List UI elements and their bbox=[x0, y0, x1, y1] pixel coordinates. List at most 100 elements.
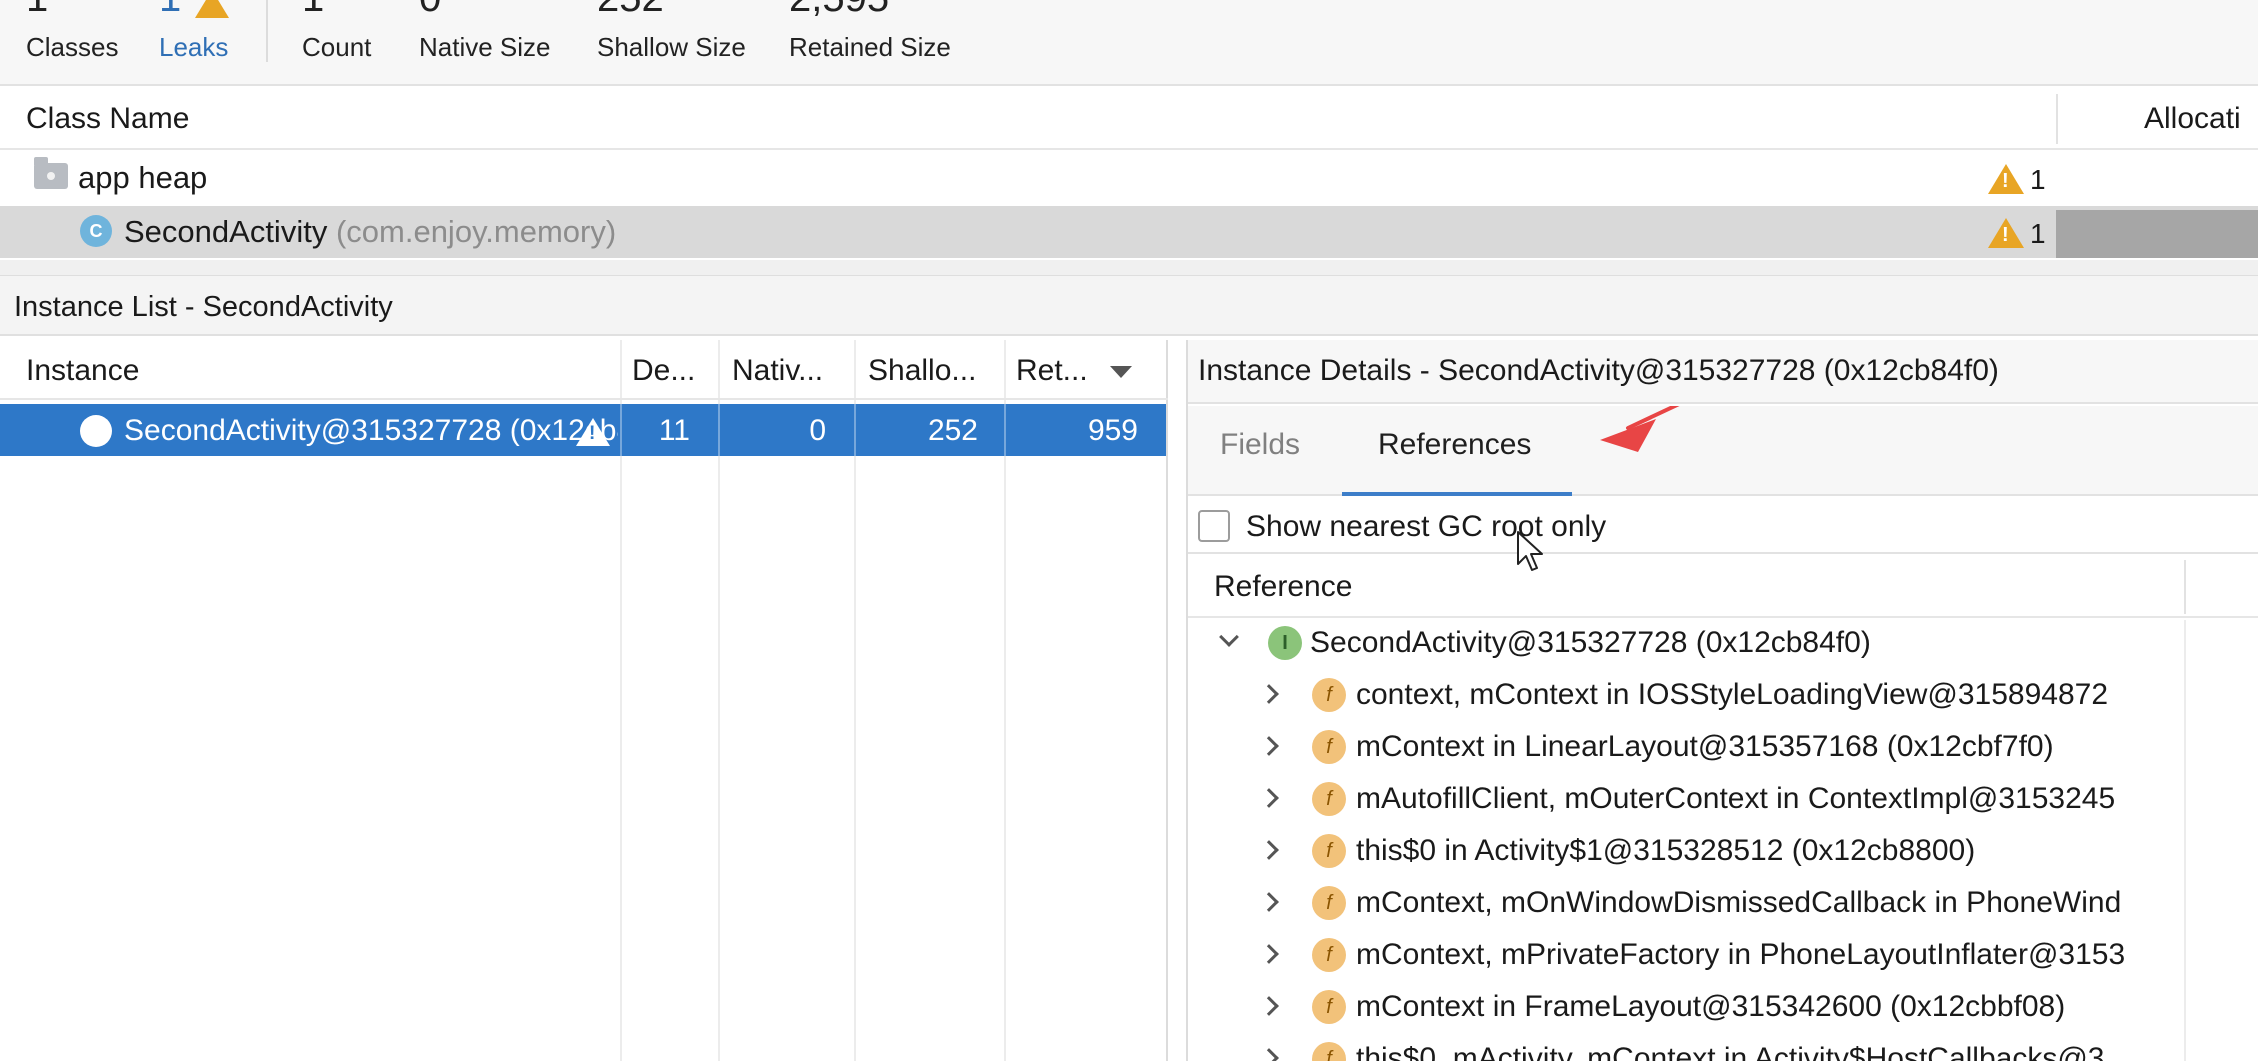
instance-depth: 11 bbox=[658, 414, 690, 447]
class-table: Class Name Allocati app heap 1 C SecondA… bbox=[0, 88, 2258, 260]
column-shallow-size[interactable]: Shallo... bbox=[868, 354, 976, 388]
column-reference[interactable]: Reference bbox=[1214, 570, 1352, 604]
instance-row[interactable]: SecondActivity@315327728 (0x12cb84f0) 11… bbox=[0, 404, 1166, 456]
field-icon: f bbox=[1312, 1042, 1346, 1061]
tree-node-field[interactable]: f mContext, mOnWindowDismissedCallback i… bbox=[1188, 882, 2184, 934]
stat-shallow-size-label: Shallow Size bbox=[597, 32, 746, 62]
splitter[interactable] bbox=[0, 260, 2258, 276]
reference-table-header: Reference bbox=[1188, 556, 2258, 618]
class-row-second-activity[interactable]: C SecondActivity (com.enjoy.memory) 1 bbox=[0, 206, 2258, 258]
leak-count: 1 bbox=[2030, 164, 2046, 195]
warning-icon bbox=[1988, 164, 2024, 194]
class-row-app-heap[interactable]: app heap 1 bbox=[0, 152, 2258, 204]
chevron-right-icon[interactable] bbox=[1259, 996, 1279, 1016]
tree-node-label: mContext, mOnWindowDismissedCallback in … bbox=[1356, 886, 2122, 919]
column-class-name[interactable]: Class Name bbox=[26, 102, 189, 136]
stat-shallow-size-value: 252 bbox=[597, 0, 664, 18]
class-row-text: SecondActivity (com.enjoy.memory) bbox=[124, 215, 616, 249]
tree-node-field[interactable]: f this$0, mActivity, mContext in Activit… bbox=[1188, 1038, 2184, 1061]
instance-table-header: Instance De... Nativ... Shallo... Ret... bbox=[0, 340, 1168, 400]
chevron-right-icon[interactable] bbox=[1259, 892, 1279, 912]
warning-icon bbox=[195, 0, 229, 18]
mouse-cursor-icon bbox=[1517, 531, 1543, 571]
column-retained-size[interactable]: Ret... bbox=[1016, 354, 1088, 388]
tree-node-label: context, mContext in IOSStyleLoadingView… bbox=[1356, 678, 2109, 711]
stat-native-size-label: Native Size bbox=[419, 32, 551, 62]
field-icon: f bbox=[1312, 990, 1346, 1024]
stat-native-size-value: 0 bbox=[419, 0, 441, 18]
class-package: (com.enjoy.memory) bbox=[335, 214, 617, 249]
leak-warning-cell: 1 bbox=[1988, 162, 2048, 196]
reference-tree: I SecondActivity@315327728 (0x12cb84f0) … bbox=[1188, 620, 2184, 1061]
stat-retained-size-value: 2,595 bbox=[789, 0, 889, 18]
tree-node-field[interactable]: f mContext in FrameLayout@315342600 (0x1… bbox=[1188, 986, 2184, 1038]
gc-root-option-row: Show nearest GC root only bbox=[1188, 498, 2258, 554]
gc-root-checkbox-label[interactable]: Show nearest GC root only bbox=[1246, 510, 1606, 544]
stat-count-value: 1 bbox=[302, 0, 324, 18]
chevron-right-icon[interactable] bbox=[1259, 944, 1279, 964]
details-tabs: Fields References bbox=[1188, 406, 2258, 496]
tree-node-label: mContext in LinearLayout@315357168 (0x12… bbox=[1356, 730, 2054, 763]
tree-node-label: mAutofillClient, mOuterContext in Contex… bbox=[1356, 782, 2116, 815]
instance-native-size: 0 bbox=[809, 414, 826, 447]
chevron-right-icon[interactable] bbox=[1259, 684, 1279, 704]
summary-divider bbox=[266, 0, 268, 62]
tree-node-field[interactable]: f mAutofillClient, mOuterContext in Cont… bbox=[1188, 778, 2184, 830]
class-table-header: Class Name Allocati bbox=[0, 88, 2258, 150]
column-divider[interactable] bbox=[2056, 94, 2058, 144]
chevron-down-icon[interactable] bbox=[1219, 627, 1239, 647]
tree-node-root[interactable]: I SecondActivity@315327728 (0x12cb84f0) bbox=[1188, 622, 2184, 674]
column-divider[interactable] bbox=[2184, 560, 2186, 614]
leak-count: 1 bbox=[2030, 218, 2046, 249]
column-instance[interactable]: Instance bbox=[26, 354, 139, 388]
tree-node-label: this$0 in Activity$1@315328512 (0x12cb88… bbox=[1356, 834, 1976, 867]
tree-node-label: SecondActivity@315327728 (0x12cb84f0) bbox=[1310, 626, 1871, 659]
column-allocations[interactable]: Allocati bbox=[2144, 102, 2241, 136]
chevron-right-icon[interactable] bbox=[1259, 840, 1279, 860]
warning-icon bbox=[576, 418, 610, 446]
instance-list-title: Instance List - SecondActivity bbox=[14, 291, 393, 323]
column-native-size[interactable]: Nativ... bbox=[732, 354, 823, 388]
annotation-arrow bbox=[1600, 406, 1680, 452]
field-icon: f bbox=[1312, 834, 1346, 868]
chevron-right-icon[interactable] bbox=[1259, 788, 1279, 808]
field-icon: f bbox=[1312, 730, 1346, 764]
instance-icon: I bbox=[1268, 626, 1302, 660]
column-depth[interactable]: De... bbox=[632, 354, 695, 388]
class-row-label: app heap bbox=[78, 160, 208, 195]
leak-warning-cell: 1 bbox=[1988, 216, 2048, 250]
column-divider bbox=[2184, 620, 2186, 1061]
summary-bar: 1 Classes 1 Leaks 1 Count 0 Native Size … bbox=[0, 0, 2258, 86]
allocation-bar bbox=[2056, 210, 2258, 258]
tree-node-field[interactable]: f this$0 in Activity$1@315328512 (0x12cb… bbox=[1188, 830, 2184, 882]
chevron-right-icon[interactable] bbox=[1259, 1048, 1279, 1061]
tree-node-field[interactable]: f mContext in LinearLayout@315357168 (0x… bbox=[1188, 726, 2184, 778]
field-icon: f bbox=[1312, 938, 1346, 972]
tree-node-field[interactable]: f context, mContext in IOSStyleLoadingVi… bbox=[1188, 674, 2184, 726]
gc-root-checkbox[interactable] bbox=[1198, 510, 1230, 542]
tree-node-label: this$0, mActivity, mContext in Activity$… bbox=[1356, 1042, 2105, 1061]
instance-details-title-bar: Instance Details - SecondActivity@315327… bbox=[1188, 340, 2258, 404]
stat-classes-value: 1 bbox=[26, 0, 48, 18]
instance-name: SecondActivity@315327728 (0x12cb84f0) bbox=[124, 414, 618, 447]
field-icon: f bbox=[1312, 782, 1346, 816]
field-icon: f bbox=[1312, 886, 1346, 920]
warning-icon bbox=[1988, 218, 2024, 248]
stat-retained-size-label: Retained Size bbox=[789, 32, 951, 62]
tree-node-label: mContext in FrameLayout@315342600 (0x12c… bbox=[1356, 990, 2066, 1023]
tree-node-field[interactable]: f mContext, mPrivateFactory in PhoneLayo… bbox=[1188, 934, 2184, 986]
chevron-right-icon[interactable] bbox=[1259, 736, 1279, 756]
instance-list-panel: Instance De... Nativ... Shallo... Ret...… bbox=[0, 340, 1168, 1061]
instance-shallow-size: 252 bbox=[927, 414, 978, 447]
sort-descending-icon[interactable] bbox=[1110, 366, 1132, 378]
instance-list-title-bar: Instance List - SecondActivity bbox=[0, 276, 2258, 336]
stat-leaks-label: Leaks bbox=[159, 32, 229, 62]
instance-icon bbox=[80, 415, 112, 447]
tree-node-label: mContext, mPrivateFactory in PhoneLayout… bbox=[1356, 938, 2126, 971]
field-icon: f bbox=[1312, 678, 1346, 712]
instance-details-panel: Instance Details - SecondActivity@315327… bbox=[1186, 340, 2258, 1061]
class-icon: C bbox=[80, 215, 112, 247]
instance-details-title: Instance Details - SecondActivity@315327… bbox=[1198, 354, 1999, 387]
folder-icon bbox=[34, 157, 68, 189]
stat-classes-label: Classes bbox=[26, 32, 119, 62]
